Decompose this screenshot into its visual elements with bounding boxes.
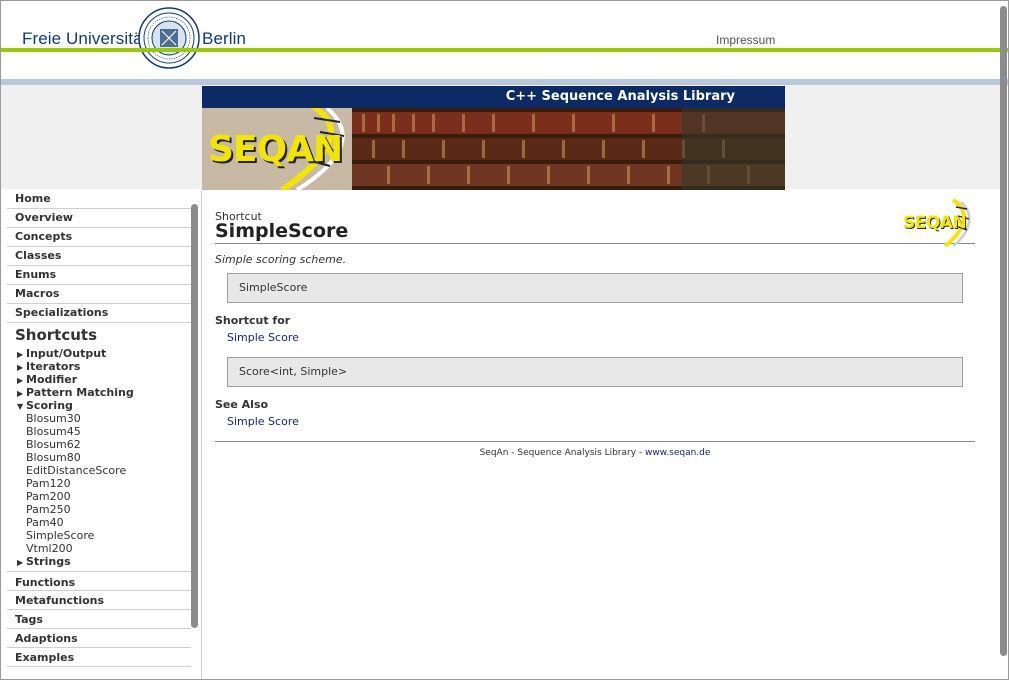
window-scrollbar[interactable] <box>1000 6 1007 656</box>
sidebar-item-enums[interactable]: Enums <box>7 266 191 285</box>
tree-item-strings[interactable]: ▶ Strings <box>17 555 71 568</box>
university-name-right: Berlin <box>202 29 247 48</box>
banner-tagline: C++ Sequence Analysis Library <box>505 89 735 104</box>
expanded-arrow-icon: ▼ <box>17 402 24 411</box>
sidebar-item-examples[interactable]: Examples <box>7 648 191 667</box>
summary-text: Simple scoring scheme. <box>215 253 347 266</box>
collapsed-arrow-icon: ▶ <box>17 376 24 385</box>
footer-text: SeqAn - Sequence Analysis Library - <box>479 448 646 458</box>
sidebar-item-classes[interactable]: Classes <box>7 247 191 266</box>
tree-item-input-output[interactable]: ▶ Input/Output <box>17 347 106 360</box>
sidebar-item-tags[interactable]: Tags <box>7 610 191 629</box>
section-heading-shortcut-for: Shortcut for <box>215 314 291 327</box>
tree-subitem-blosum80[interactable]: Blosum80 <box>26 451 81 464</box>
tree-subitem-pam250[interactable]: Pam250 <box>26 503 71 516</box>
page-title: SimpleScore <box>215 220 349 242</box>
shortcut-code-box: Score<int, Simple> <box>227 357 963 387</box>
signature-box: SimpleScore <box>227 273 963 303</box>
banner-tagline-bar: C++ Sequence Analysis Library <box>202 86 785 108</box>
collapsed-arrow-icon: ▶ <box>17 363 24 372</box>
tree-item-modifier[interactable]: ▶ Modifier <box>17 373 77 386</box>
university-seal-icon[interactable] <box>138 7 200 69</box>
shortcut-for-link[interactable]: Simple Score <box>227 331 299 344</box>
tree-subitem-pam200[interactable]: Pam200 <box>26 490 71 503</box>
tree-subitem-pam40[interactable]: Pam40 <box>26 516 64 529</box>
header-green-rule <box>1 48 1008 52</box>
footer-website-link[interactable]: www.seqan.de <box>645 448 710 458</box>
tree-item-pattern-matching[interactable]: ▶ Pattern Matching <box>17 386 134 399</box>
shortcut-code: Score<int, Simple> <box>239 365 348 378</box>
site-header: Freie Universität Berlin Impressum <box>1 1 1008 85</box>
section-heading-see-also: See Also <box>215 398 269 411</box>
sidebar-scrollbar[interactable] <box>191 204 198 628</box>
sidebar-item-specializations[interactable]: Specializations <box>7 304 191 323</box>
page-footer: SeqAn - Sequence Analysis Library - www.… <box>215 448 975 458</box>
tree-subitem-blosum30[interactable]: Blosum30 <box>26 412 81 425</box>
tree-subitem-pam120[interactable]: Pam120 <box>26 477 71 490</box>
sidebar-item-adaptions[interactable]: Adaptions <box>7 629 191 648</box>
footer-divider <box>215 441 975 442</box>
sidebar-heading-shortcuts[interactable]: Shortcuts <box>15 326 97 344</box>
sidebar-item-overview[interactable]: Overview <box>7 209 191 228</box>
seqan-banner-logo[interactable]: SEQAN <box>208 129 343 170</box>
tree-subitem-vtml200[interactable]: Vtml200 <box>26 542 73 555</box>
browser-page: Freie Universität Berlin Impressum C++ S… <box>0 0 1009 680</box>
main-content: Shortcut SimpleScore SEQAN Simple scorin… <box>215 190 975 670</box>
sidebar-item-functions[interactable]: Functions <box>7 571 191 591</box>
impressum-link[interactable]: Impressum <box>716 33 775 47</box>
university-name-left: Freie Universität <box>22 29 148 48</box>
title-divider <box>215 243 975 244</box>
tree-subitem-blosum45[interactable]: Blosum45 <box>26 425 81 438</box>
collapsed-arrow-icon: ▶ <box>17 350 24 359</box>
collapsed-arrow-icon: ▶ <box>17 389 24 398</box>
tree-item-scoring[interactable]: ▼ Scoring <box>17 399 73 412</box>
signature-code: SimpleScore <box>239 281 308 294</box>
tree-subitem-editdistancescore[interactable]: EditDistanceScore <box>26 464 126 477</box>
sidebar-item-metafunctions[interactable]: Metafunctions <box>7 591 191 610</box>
sidebar-item-concepts[interactable]: Concepts <box>7 228 191 247</box>
tree-item-iterators[interactable]: ▶ Iterators <box>17 360 80 373</box>
seqan-small-logo[interactable]: SEQAN <box>901 198 975 248</box>
sidebar-item-macros[interactable]: Macros <box>7 285 191 304</box>
collapsed-arrow-icon: ▶ <box>17 558 24 567</box>
tree-subitem-simplescore[interactable]: SimpleScore <box>26 529 94 542</box>
tree-subitem-blosum62[interactable]: Blosum62 <box>26 438 81 451</box>
sidebar-item-home[interactable]: Home <box>7 190 191 209</box>
see-also-link[interactable]: Simple Score <box>227 415 299 428</box>
seqan-small-logo-text: SEQAN <box>903 213 967 233</box>
